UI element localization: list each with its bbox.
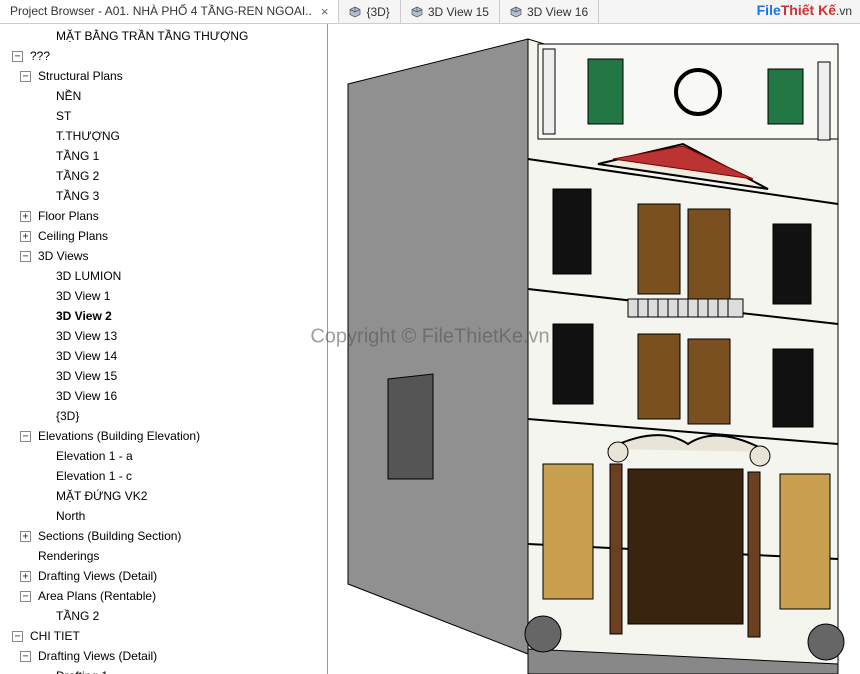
- tree-item[interactable]: TẦNG 3: [56, 186, 99, 206]
- tree-group-ceiling[interactable]: Ceiling Plans: [38, 226, 108, 246]
- tab-label: {3D}: [366, 5, 389, 19]
- view-tab-16[interactable]: 3D View 16: [500, 0, 599, 23]
- tab-label: 3D View 16: [527, 5, 588, 19]
- tree-group-drafting[interactable]: Drafting Views (Detail): [38, 566, 157, 586]
- tree-item-unknown[interactable]: ???: [30, 46, 50, 66]
- cube-icon: [411, 6, 423, 18]
- close-icon[interactable]: ×: [321, 4, 329, 19]
- expand-icon[interactable]: +: [20, 231, 31, 242]
- view-tab-3d[interactable]: {3D}: [339, 0, 400, 23]
- tree-item[interactable]: Elevation 1 - a: [56, 446, 133, 466]
- tree-item[interactable]: NỀN: [56, 86, 81, 106]
- view-tab-15[interactable]: 3D View 15: [401, 0, 500, 23]
- tree-item[interactable]: 3D LUMION: [56, 266, 121, 286]
- expand-icon[interactable]: +: [20, 211, 31, 222]
- tree-item[interactable]: 3D View 14: [56, 346, 117, 366]
- tree-group-structural[interactable]: Structural Plans: [38, 66, 123, 86]
- cube-icon: [349, 6, 361, 18]
- expand-icon[interactable]: +: [20, 531, 31, 542]
- cube-icon: [510, 6, 522, 18]
- tree-item[interactable]: North: [56, 506, 85, 526]
- tree-group-areaplans[interactable]: Area Plans (Rentable): [38, 586, 156, 606]
- tree-item[interactable]: 3D View 16: [56, 386, 117, 406]
- panel-title-text: Project Browser - A01. NHÀ PHỐ 4 TẦNG-RE…: [10, 4, 312, 18]
- tree-item[interactable]: 3D View 15: [56, 366, 117, 386]
- tree-item[interactable]: TẦNG 2: [56, 166, 99, 186]
- collapse-icon[interactable]: −: [20, 71, 31, 82]
- tree-item-active[interactable]: 3D View 2: [56, 306, 112, 326]
- brand-logo: FileThiết Kế.vn: [757, 2, 852, 18]
- tree-item[interactable]: Elevation 1 - c: [56, 466, 132, 486]
- tabs-bar: Project Browser - A01. NHÀ PHỐ 4 TẦNG-RE…: [0, 0, 860, 24]
- tree-item[interactable]: 3D View 1: [56, 286, 110, 306]
- expand-icon[interactable]: +: [20, 571, 31, 582]
- tree-item[interactable]: T.THƯỢNG: [56, 126, 120, 146]
- tree-item[interactable]: MẶT BẰNG TRẦN TẦNG THƯỢNG: [56, 26, 248, 46]
- tree-item[interactable]: MẶT ĐỨNG VK2: [56, 486, 147, 506]
- tree-group-floorplans[interactable]: Floor Plans: [38, 206, 99, 226]
- tree-group-sections[interactable]: Sections (Building Section): [38, 526, 181, 546]
- project-tree[interactable]: MẶT BẰNG TRẦN TẦNG THƯỢNG −??? −Structur…: [0, 26, 327, 674]
- tree-item[interactable]: ST: [56, 106, 71, 126]
- building-3d-render: [328, 24, 860, 674]
- tree-item[interactable]: {3D}: [56, 406, 79, 426]
- tree-item[interactable]: 3D View 13: [56, 326, 117, 346]
- collapse-icon[interactable]: −: [20, 251, 31, 262]
- panel-title-tab[interactable]: Project Browser - A01. NHÀ PHỐ 4 TẦNG-RE…: [0, 0, 339, 23]
- tree-group-renderings[interactable]: Renderings: [38, 546, 99, 566]
- tree-group-drafting2[interactable]: Drafting Views (Detail): [38, 646, 157, 666]
- collapse-icon[interactable]: −: [20, 591, 31, 602]
- tab-label: 3D View 15: [428, 5, 489, 19]
- tree-item[interactable]: TẦNG 1: [56, 146, 99, 166]
- collapse-icon[interactable]: −: [12, 51, 23, 62]
- tree-group-3dviews[interactable]: 3D Views: [38, 246, 88, 266]
- tree-item[interactable]: Drafting 1: [56, 666, 108, 674]
- tree-group-chitiet[interactable]: CHI TIET: [30, 626, 80, 646]
- collapse-icon[interactable]: −: [12, 631, 23, 642]
- 3d-viewport[interactable]: [328, 24, 860, 674]
- project-browser-panel[interactable]: MẶT BẰNG TRẦN TẦNG THƯỢNG −??? −Structur…: [0, 24, 328, 674]
- tree-group-elevations[interactable]: Elevations (Building Elevation): [38, 426, 200, 446]
- collapse-icon[interactable]: −: [20, 651, 31, 662]
- tree-item[interactable]: TẦNG 2: [56, 606, 99, 626]
- collapse-icon[interactable]: −: [20, 431, 31, 442]
